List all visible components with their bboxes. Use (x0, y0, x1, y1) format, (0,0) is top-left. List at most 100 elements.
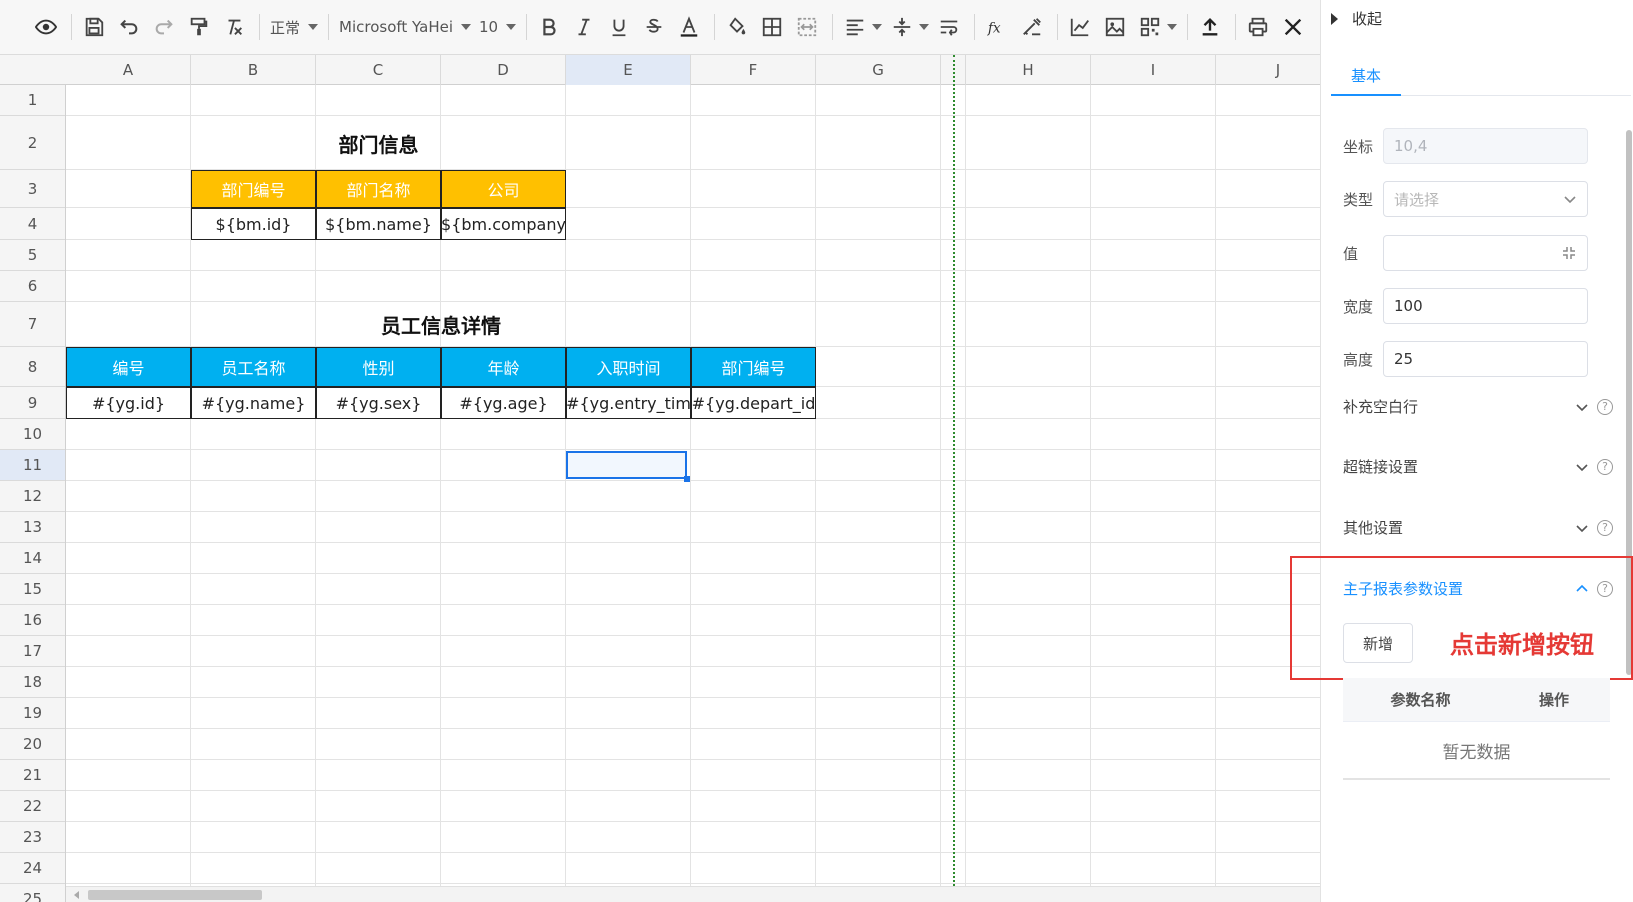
emp-title-cell[interactable]: 员工信息详情 (66, 302, 816, 347)
chart-icon[interactable] (1064, 11, 1096, 43)
dept-header-cell[interactable]: 部门名称 (316, 170, 441, 208)
chevron-down-icon[interactable] (1167, 24, 1178, 30)
format-painter-icon[interactable] (183, 11, 215, 43)
bold-icon[interactable] (533, 11, 565, 43)
horizontal-scrollbar[interactable] (66, 886, 1320, 902)
help-icon[interactable]: ? (1597, 398, 1613, 415)
fill-color-icon[interactable] (721, 11, 753, 43)
row-header[interactable]: 7 (0, 302, 65, 347)
row-header[interactable]: 6 (0, 271, 65, 302)
emp-value-cell[interactable]: #{yg.entry_tim (566, 387, 691, 419)
print-icon[interactable] (1242, 11, 1274, 43)
row-header[interactable]: 24 (0, 853, 65, 884)
dept-value-cell[interactable]: ${bm.company (441, 208, 566, 240)
font-size-select[interactable]: 10 (475, 11, 520, 43)
row-header[interactable]: 16 (0, 605, 65, 636)
save-icon[interactable] (78, 11, 110, 43)
emp-header-cell[interactable]: 编号 (66, 347, 191, 387)
scroll-left-icon[interactable] (74, 891, 79, 899)
column-header[interactable]: H (966, 55, 1091, 85)
close-tools-icon[interactable] (1277, 11, 1309, 43)
fill-blank-rows-section[interactable]: 补充空白行 ? (1343, 396, 1613, 417)
spreadsheet[interactable]: ABCDEFGHIJ 1 2 3 4 5 6 7 8 9 10 11 12 13 14 15 16 17 18 19… (0, 55, 1320, 902)
row-header[interactable]: 11 (0, 450, 65, 481)
collapse-panel-button[interactable]: 收起 (1331, 8, 1382, 29)
emp-header-cell[interactable]: 部门编号 (691, 347, 816, 387)
font-family-select[interactable]: Microsoft YaHei (335, 11, 475, 43)
clear-format-icon[interactable] (218, 11, 250, 43)
selected-cell[interactable] (566, 451, 687, 479)
scrollbar-thumb[interactable] (88, 890, 262, 900)
other-settings-section[interactable]: 其他设置 ? (1343, 517, 1613, 538)
dept-value-cell[interactable]: ${bm.name} (316, 208, 441, 240)
row-header[interactable]: 13 (0, 512, 65, 543)
column-header[interactable]: C (316, 55, 441, 85)
emp-header-cell[interactable]: 性别 (316, 347, 441, 387)
borders-icon[interactable] (756, 11, 788, 43)
merge-cells-icon[interactable] (791, 11, 823, 43)
add-button[interactable]: 新增 (1343, 623, 1413, 663)
emp-value-cell[interactable]: #{yg.id} (66, 387, 191, 419)
row-header[interactable]: 14 (0, 543, 65, 574)
row-header[interactable]: 4 (0, 208, 65, 240)
column-header[interactable]: B (191, 55, 316, 85)
value-field[interactable] (1383, 235, 1588, 271)
vertical-align-icon[interactable] (886, 11, 918, 43)
column-header[interactable]: D (441, 55, 566, 85)
column-header[interactable]: A (66, 55, 191, 85)
dept-header-cell[interactable]: 部门编号 (191, 170, 316, 208)
cell-style-select[interactable]: 正常 (266, 11, 322, 43)
row-header[interactable]: 17 (0, 636, 65, 667)
height-input[interactable]: 25 (1383, 341, 1588, 377)
emp-header-cell[interactable]: 入职时间 (566, 347, 691, 387)
row-header[interactable]: 1 (0, 85, 65, 116)
help-icon[interactable]: ? (1597, 458, 1613, 475)
redo-icon[interactable] (148, 11, 180, 43)
dept-value-cell[interactable]: ${bm.id} (191, 208, 316, 240)
row-header[interactable]: 23 (0, 822, 65, 853)
data-sort-icon[interactable] (1016, 11, 1048, 43)
width-input[interactable]: 100 (1383, 288, 1588, 324)
emp-value-cell[interactable]: #{yg.age} (441, 387, 566, 419)
collapse-arrows-icon[interactable] (1561, 245, 1577, 261)
tab-basic[interactable]: 基本 (1331, 58, 1401, 96)
row-header[interactable]: 19 (0, 698, 65, 729)
hyperlink-section[interactable]: 超链接设置 ? (1343, 456, 1613, 477)
preview-eye-icon[interactable] (30, 11, 62, 43)
row-header[interactable]: 12 (0, 481, 65, 512)
row-header[interactable]: 18 (0, 667, 65, 698)
row-header[interactable]: 10 (0, 419, 65, 450)
row-header[interactable]: 25 (0, 884, 65, 902)
dept-header-cell[interactable]: 公司 (441, 170, 566, 208)
row-header[interactable]: 15 (0, 574, 65, 605)
formula-icon[interactable]: fx (981, 11, 1013, 43)
row-header[interactable]: 3 (0, 170, 65, 208)
chevron-down-icon[interactable] (872, 24, 883, 30)
column-header[interactable]: G (816, 55, 941, 85)
emp-header-cell[interactable]: 年龄 (441, 347, 566, 387)
font-color-icon[interactable] (673, 11, 705, 43)
underline-icon[interactable] (603, 11, 635, 43)
column-header[interactable]: E (566, 55, 691, 85)
emp-value-cell[interactable]: #{yg.name} (191, 387, 316, 419)
column-header[interactable]: F (691, 55, 816, 85)
help-icon[interactable]: ? (1597, 519, 1613, 536)
column-header[interactable]: J (1216, 55, 1320, 85)
row-header[interactable]: 8 (0, 347, 65, 387)
row-header[interactable]: 22 (0, 791, 65, 822)
row-header[interactable]: 9 (0, 387, 65, 419)
row-header[interactable]: 20 (0, 729, 65, 760)
dept-title-cell[interactable]: 部门信息 (191, 116, 566, 170)
row-header[interactable]: 5 (0, 240, 65, 271)
fill-handle[interactable] (684, 476, 690, 482)
undo-icon[interactable] (113, 11, 145, 43)
text-wrap-icon[interactable] (933, 11, 965, 43)
strikethrough-icon[interactable] (638, 11, 670, 43)
row-header[interactable]: 21 (0, 760, 65, 791)
type-select[interactable]: 请选择 (1383, 181, 1588, 217)
qrcode-icon[interactable] (1134, 11, 1166, 43)
image-icon[interactable] (1099, 11, 1131, 43)
italic-icon[interactable] (568, 11, 600, 43)
emp-value-cell[interactable]: #{yg.sex} (316, 387, 441, 419)
chevron-down-icon[interactable] (919, 24, 930, 30)
